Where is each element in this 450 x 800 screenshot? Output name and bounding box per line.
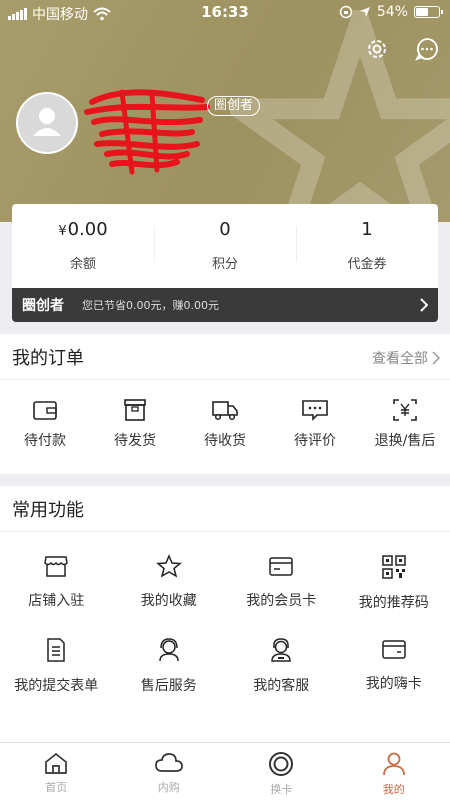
star-icon <box>155 554 182 578</box>
ring-icon <box>269 752 294 776</box>
wallet-icon <box>33 401 57 420</box>
profile-header: 中国移动 16:33 54% 圈创者 <box>0 0 450 222</box>
account-card: ¥0.00 余额 0 积分 1 代金券 圈创者 您已节省0.00元，赚0.00元 <box>12 204 438 322</box>
functions-title: 常用功能 <box>12 499 84 521</box>
orientation-lock-icon <box>339 5 353 19</box>
func-hi-card[interactable]: 我的嗨卡 <box>338 637 450 742</box>
creator-bar-text: 您已节省0.00元，赚0.00元 <box>82 299 219 312</box>
vouchers-stat[interactable]: 1 代金券 <box>296 204 438 288</box>
person-icon <box>382 752 405 776</box>
package-icon <box>124 399 146 421</box>
creator-bar[interactable]: 圈创者 您已节省0.00元，赚0.00元 <box>12 288 438 322</box>
order-pending-payment[interactable]: 待付款 <box>0 380 90 474</box>
func-favorites[interactable]: 我的收藏 <box>113 532 226 637</box>
truck-icon <box>212 401 238 421</box>
tab-internal-purchase[interactable]: 内购 <box>113 743 226 800</box>
func-member-card[interactable]: 我的会员卡 <box>225 532 338 637</box>
functions-section: 常用功能 店铺入驻 我的收藏 我的会员卡 我的推荐码 我的提交表单 售后服务 我… <box>0 486 450 742</box>
vouchers-value: 1 <box>361 219 373 240</box>
store-icon <box>44 556 69 577</box>
func-customer-service[interactable]: 我的客服 <box>225 637 338 742</box>
order-refund-aftersale[interactable]: 退换/售后 <box>360 380 450 474</box>
bottom-tab-bar: 首页 内购 换卡 我的 <box>0 742 450 800</box>
location-icon <box>359 7 370 17</box>
member-card-icon <box>269 557 293 576</box>
tab-exchange-card[interactable]: 换卡 <box>225 743 338 800</box>
view-all-orders-link[interactable]: 查看全部 <box>372 348 440 368</box>
comment-icon <box>302 400 328 421</box>
user-icon <box>33 108 61 136</box>
func-store-join[interactable]: 店铺入驻 <box>0 532 113 637</box>
points-value: 0 <box>219 219 231 240</box>
refund-icon <box>393 399 417 421</box>
tab-mine[interactable]: 我的 <box>338 743 450 800</box>
status-bar: 中国移动 16:33 54% <box>0 0 450 26</box>
balance-value: ¥0.00 <box>58 219 108 240</box>
func-after-sales[interactable]: 售后服务 <box>113 637 226 742</box>
redacted-username <box>84 89 210 175</box>
func-referral-code[interactable]: 我的推荐码 <box>338 532 450 637</box>
order-pending-shipment[interactable]: 待发货 <box>90 380 180 474</box>
role-badge: 圈创者 <box>207 96 261 116</box>
balance-stat[interactable]: ¥0.00 余额 <box>12 204 154 288</box>
form-icon <box>47 638 65 662</box>
orders-title: 我的订单 <box>12 347 84 369</box>
balance-label: 余额 <box>69 257 96 272</box>
chevron-right-icon <box>432 351 440 365</box>
points-stat[interactable]: 0 积分 <box>154 204 296 288</box>
vouchers-label: 代金券 <box>347 257 387 272</box>
headset-icon <box>271 638 292 662</box>
points-label: 积分 <box>211 257 238 272</box>
cloud-icon <box>154 753 183 772</box>
chevron-right-icon <box>420 298 428 312</box>
orders-section: 我的订单 查看全部 待付款 待发货 待收货 待评价 退换/售后 <box>0 334 450 474</box>
service-icon <box>159 638 179 662</box>
order-pending-review[interactable]: 待评价 <box>270 380 360 474</box>
message-icon[interactable] <box>414 36 440 62</box>
card-icon <box>382 640 406 659</box>
tab-home[interactable]: 首页 <box>0 743 113 800</box>
battery-icon <box>414 6 443 18</box>
creator-bar-title: 圈创者 <box>22 298 64 314</box>
qr-code-icon <box>382 555 406 579</box>
avatar[interactable] <box>16 92 78 154</box>
battery-percent: 54% <box>376 4 408 20</box>
func-submitted-forms[interactable]: 我的提交表单 <box>0 637 113 742</box>
home-icon <box>45 753 68 774</box>
order-pending-receipt[interactable]: 待收货 <box>180 380 270 474</box>
gear-icon[interactable] <box>364 36 390 62</box>
